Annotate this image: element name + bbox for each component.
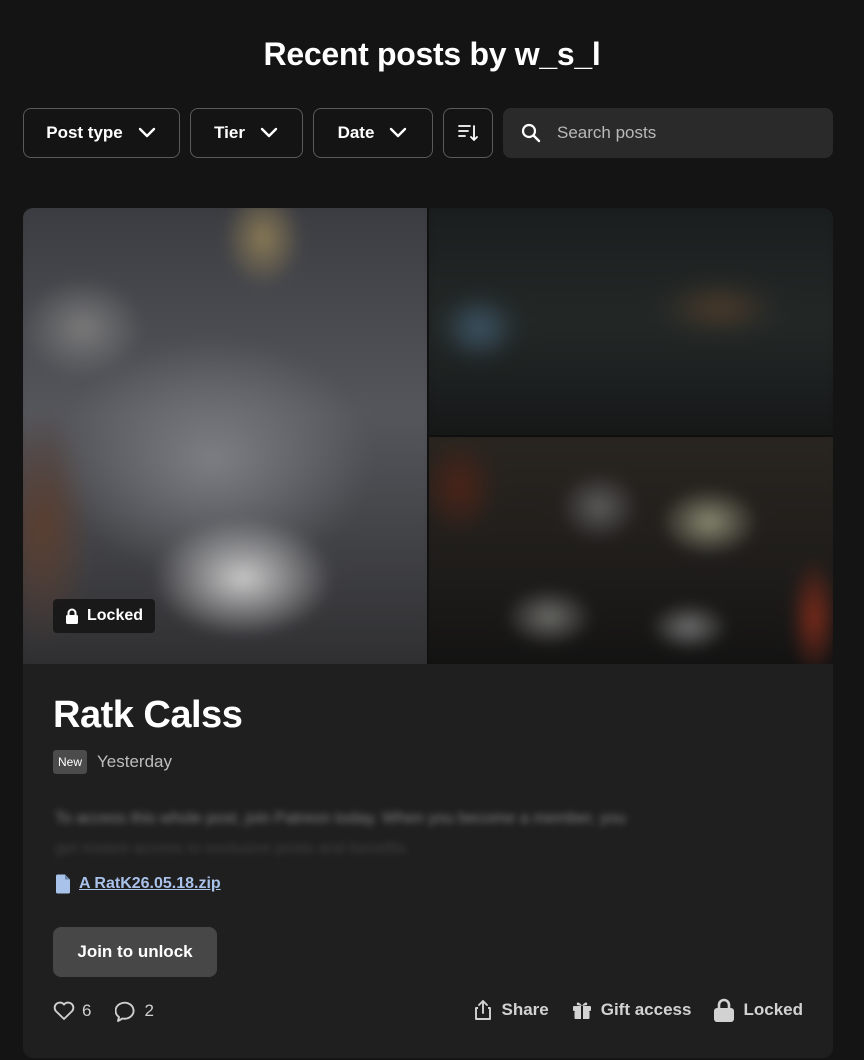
post-type-filter-button[interactable]: Post type bbox=[23, 108, 180, 158]
comment-icon bbox=[115, 1001, 135, 1022]
search-box[interactable] bbox=[503, 108, 833, 158]
sort-button[interactable] bbox=[443, 108, 493, 158]
gallery-image-top-right[interactable] bbox=[429, 208, 833, 435]
gift-access-label: Gift access bbox=[600, 1000, 692, 1019]
post-date[interactable]: Yesterday bbox=[97, 752, 172, 772]
post-actions: Share Gift access Locked bbox=[473, 998, 803, 1022]
chevron-down-icon bbox=[260, 127, 278, 138]
teaser-line-2: get instant access to exclusive posts an… bbox=[55, 840, 410, 857]
share-icon bbox=[475, 1000, 492, 1020]
search-input[interactable] bbox=[557, 123, 807, 143]
teaser-line-1: To access this whole post, join Patreon … bbox=[55, 810, 626, 827]
file-icon bbox=[56, 874, 70, 894]
filter-bar: Post type Tier Date bbox=[23, 108, 833, 158]
share-label: Share bbox=[501, 1000, 549, 1019]
attachment: A RatK26.05.18.zip bbox=[55, 874, 221, 894]
chevron-down-icon bbox=[390, 127, 407, 138]
gift-icon bbox=[572, 1002, 591, 1019]
locked-badge: Locked bbox=[53, 599, 155, 633]
date-filter-button[interactable]: Date bbox=[313, 108, 433, 158]
post-teaser: To access this whole post, join Patreon … bbox=[55, 804, 795, 864]
post-image-gallery[interactable]: Locked bbox=[23, 208, 833, 664]
date-label: Date bbox=[337, 123, 375, 142]
comment-button[interactable]: 2 bbox=[115, 1000, 154, 1022]
new-badge: New bbox=[53, 750, 88, 774]
tier-label: Tier bbox=[214, 123, 245, 142]
gallery-image-main[interactable] bbox=[23, 208, 427, 664]
page-title: Recent posts by w_s_l bbox=[263, 36, 601, 72]
post-card: Locked Ratk Calss New Yesterday To acces… bbox=[23, 208, 833, 1058]
post-type-label: Post type bbox=[46, 123, 123, 142]
like-button[interactable]: 6 bbox=[53, 1001, 91, 1021]
like-count: 6 bbox=[82, 1001, 92, 1020]
attachment-link[interactable]: A RatK26.05.18.zip bbox=[79, 875, 221, 893]
lock-icon bbox=[66, 608, 78, 624]
search-icon bbox=[521, 123, 541, 143]
post-stats: 6 2 bbox=[53, 1000, 154, 1022]
gallery-image-bottom-right[interactable] bbox=[429, 437, 833, 664]
heart-icon bbox=[53, 1001, 75, 1020]
lock-icon bbox=[714, 998, 735, 1022]
gift-access-button[interactable]: Gift access bbox=[571, 999, 692, 1021]
tier-filter-button[interactable]: Tier bbox=[190, 108, 303, 158]
comment-count: 2 bbox=[144, 1001, 154, 1020]
chevron-down-icon bbox=[138, 127, 155, 138]
sort-icon bbox=[458, 125, 478, 141]
share-button[interactable]: Share bbox=[473, 999, 549, 1021]
locked-status-label: Locked bbox=[743, 1000, 803, 1019]
post-meta: New Yesterday bbox=[53, 750, 172, 774]
post-title[interactable]: Ratk Calss bbox=[53, 694, 243, 737]
locked-badge-label: Locked bbox=[87, 607, 144, 624]
locked-status: Locked bbox=[713, 998, 803, 1022]
join-to-unlock-button[interactable]: Join to unlock bbox=[53, 927, 217, 977]
